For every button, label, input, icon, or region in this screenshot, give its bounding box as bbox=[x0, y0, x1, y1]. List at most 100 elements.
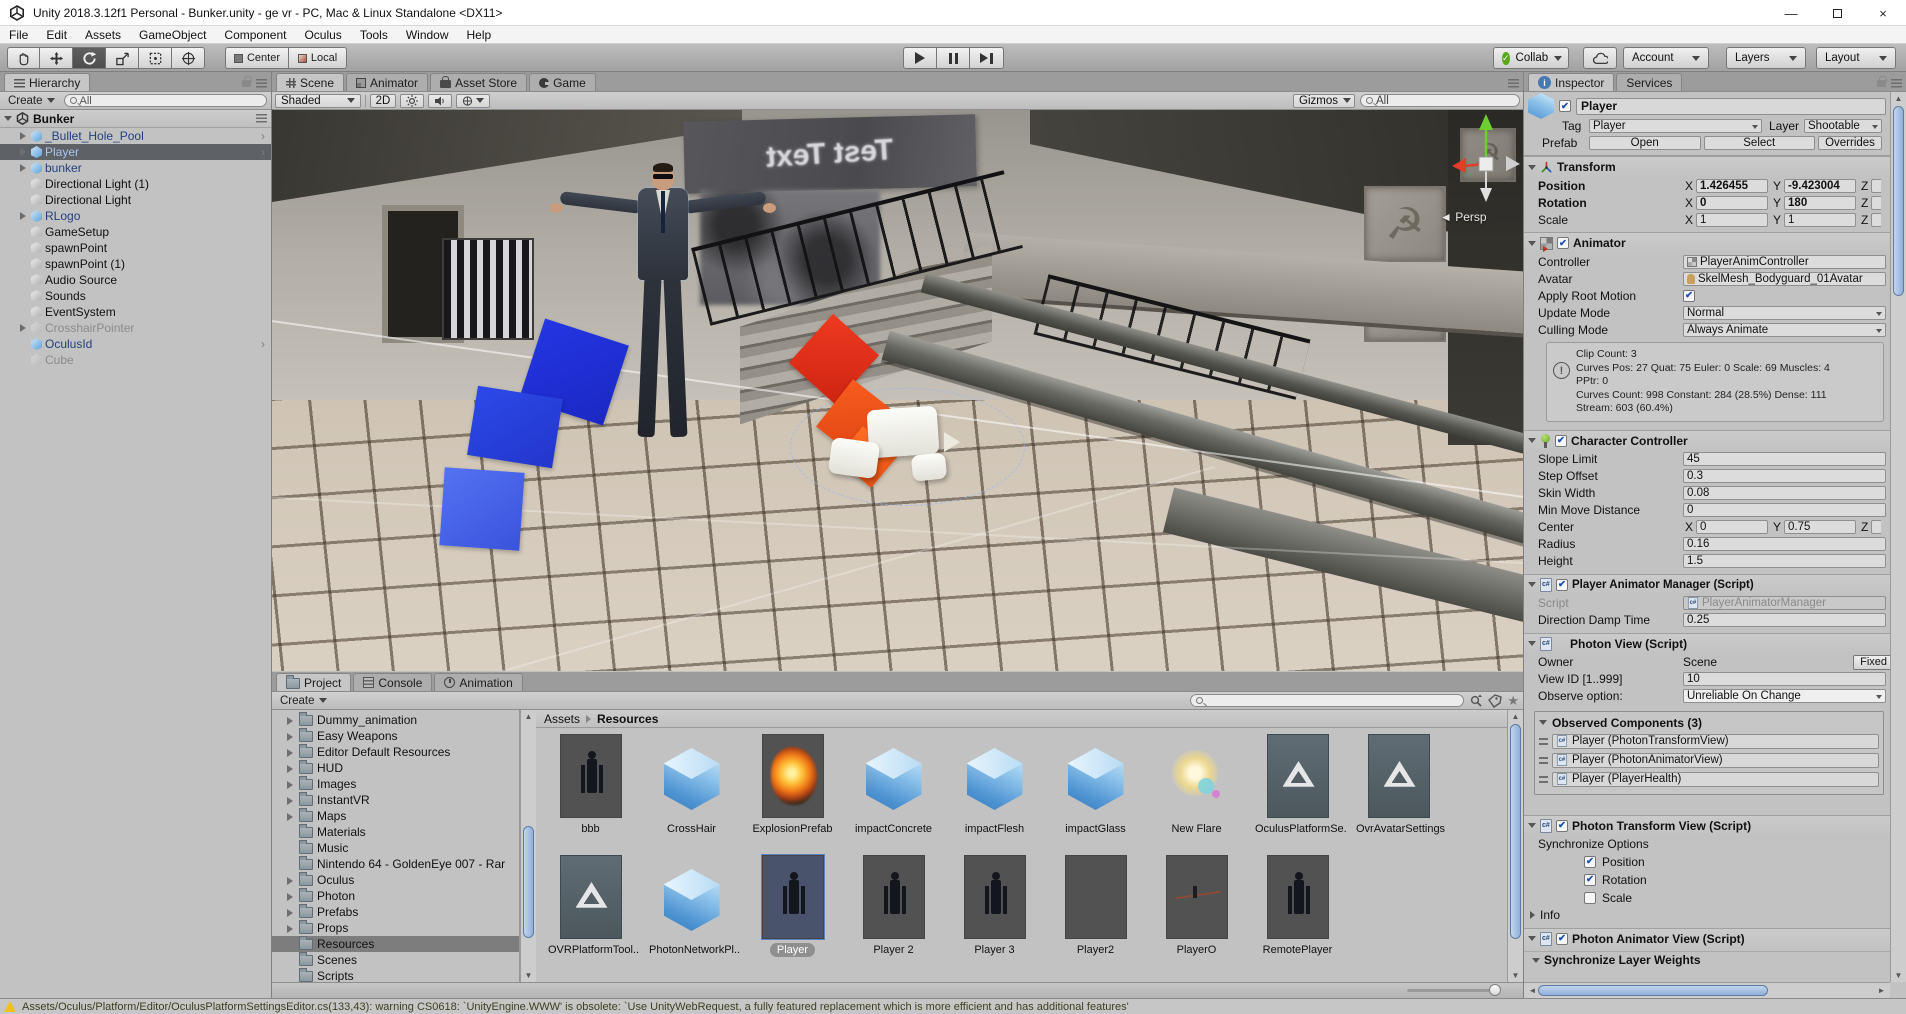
fold-icon[interactable] bbox=[1539, 720, 1547, 725]
hierarchy-item[interactable]: RLogo › bbox=[0, 208, 271, 224]
gameobject-name-field[interactable]: Player bbox=[1576, 98, 1886, 115]
folder-row[interactable]: HUD bbox=[272, 760, 519, 776]
zoom-slider-knob[interactable] bbox=[1489, 984, 1501, 996]
hierarchy-item[interactable]: Sounds › bbox=[0, 288, 271, 304]
rotation-x-field[interactable]: 0 bbox=[1696, 196, 1768, 210]
tab-hierarchy[interactable]: Hierarchy bbox=[4, 73, 90, 91]
expand-arrow-icon[interactable] bbox=[286, 748, 295, 757]
layer-dropdown[interactable]: Shootable bbox=[1804, 119, 1882, 133]
menu-item[interactable]: Tools bbox=[351, 28, 397, 42]
panel-menu-icon[interactable] bbox=[1508, 79, 1519, 88]
layers-button[interactable]: Layers bbox=[1726, 47, 1806, 69]
fold-icon[interactable] bbox=[1528, 823, 1536, 828]
hierarchy-item[interactable]: Audio Source › bbox=[0, 272, 271, 288]
fold-icon[interactable] bbox=[1532, 958, 1540, 963]
folder-row[interactable]: Music bbox=[272, 840, 519, 856]
value-field[interactable]: 45 bbox=[1683, 452, 1886, 466]
hierarchy-item[interactable]: CrosshairPointer › bbox=[0, 320, 271, 336]
active-checkbox[interactable]: ✔ bbox=[1559, 100, 1571, 112]
menu-item[interactable]: Help bbox=[458, 28, 501, 42]
asset-item[interactable]: RemotePlayer bbox=[1247, 851, 1348, 972]
position-z-field[interactable] bbox=[1871, 179, 1881, 193]
expand-arrow-icon[interactable] bbox=[286, 924, 295, 933]
asset-item[interactable]: ExplosionPrefab bbox=[742, 730, 843, 851]
asset-grid-scrollbar[interactable]: ▲ ▼ bbox=[1507, 710, 1523, 982]
folder-row[interactable]: Scripts bbox=[272, 968, 519, 982]
hierarchy-item[interactable]: _Bullet_Hole_Pool › bbox=[0, 128, 271, 144]
tab-animator[interactable]: Animator bbox=[346, 73, 428, 91]
scale-x-field[interactable]: 1 bbox=[1696, 213, 1768, 227]
rotation-y-field[interactable]: 180 bbox=[1784, 196, 1856, 210]
hierarchy-item[interactable]: Directional Light (1) › bbox=[0, 176, 271, 192]
scroll-up-icon[interactable]: ▲ bbox=[523, 712, 534, 721]
effects-dropdown[interactable] bbox=[456, 94, 490, 108]
tab-asset-store[interactable]: Asset Store bbox=[430, 73, 527, 91]
expand-arrow-icon[interactable] bbox=[286, 908, 295, 917]
expand-arrow-icon[interactable] bbox=[286, 812, 295, 821]
search-by-label-icon[interactable] bbox=[1488, 694, 1502, 708]
position-y-field[interactable]: -9.423004 bbox=[1784, 179, 1856, 193]
expand-arrow-icon[interactable] bbox=[286, 732, 295, 741]
observed-component-row[interactable]: Player (PhotonAnimatorView) bbox=[1539, 751, 1879, 770]
asset-item[interactable]: bbb bbox=[540, 730, 641, 851]
scene-header-row[interactable]: Bunker bbox=[0, 110, 271, 128]
folder-row[interactable]: Prefabs bbox=[272, 904, 519, 920]
scale-z-field[interactable] bbox=[1871, 213, 1881, 227]
favorites-star-icon[interactable]: ★ bbox=[1507, 693, 1519, 709]
rotate-tool-button[interactable] bbox=[73, 47, 106, 69]
folder-row[interactable]: Editor Default Resources bbox=[272, 744, 519, 760]
sync-option-row[interactable]: Scale bbox=[1524, 889, 1890, 907]
status-bar[interactable]: Assets/Oculus/Platform/Editor/OculusPlat… bbox=[0, 998, 1906, 1014]
asset-item[interactable]: impactConcrete bbox=[843, 730, 944, 851]
fold-icon[interactable] bbox=[1528, 438, 1536, 443]
scroll-up-icon[interactable]: ▲ bbox=[1510, 712, 1521, 721]
position-x-field[interactable]: 1.426455 bbox=[1696, 179, 1768, 193]
folder-row[interactable]: Props bbox=[272, 920, 519, 936]
asset-item[interactable]: OVRPlatformTool... bbox=[540, 851, 641, 972]
menu-item[interactable]: Component bbox=[215, 28, 295, 42]
asset-item[interactable]: PhotonNetworkPl... bbox=[641, 851, 742, 972]
center-y-field[interactable]: 0.75 bbox=[1784, 520, 1856, 534]
project-create-button[interactable]: Create bbox=[276, 695, 331, 707]
panel-menu-icon[interactable] bbox=[1891, 79, 1902, 88]
hierarchy-item[interactable]: Player › bbox=[0, 144, 271, 160]
expand-arrow-icon[interactable] bbox=[286, 780, 295, 789]
project-search-input[interactable] bbox=[1190, 694, 1464, 707]
hierarchy-item[interactable]: bunker › bbox=[0, 160, 271, 176]
lock-icon[interactable] bbox=[242, 80, 251, 87]
expand-arrow-icon[interactable] bbox=[286, 716, 295, 725]
menu-item[interactable]: Assets bbox=[76, 28, 130, 42]
menu-item[interactable]: Oculus bbox=[295, 28, 350, 42]
value-field[interactable]: 0.3 bbox=[1683, 469, 1886, 483]
observed-component-row[interactable]: Player (PlayerHealth) bbox=[1539, 770, 1879, 789]
hierarchy-search-input[interactable]: All bbox=[64, 94, 267, 107]
folder-row[interactable]: Resources bbox=[272, 936, 519, 952]
expand-arrow-icon[interactable] bbox=[18, 131, 28, 141]
rotation-z-field[interactable] bbox=[1871, 196, 1881, 210]
tab-inspector[interactable]: iInspector bbox=[1528, 73, 1614, 91]
damp-time-field[interactable]: 0.25 bbox=[1683, 613, 1886, 627]
folder-row[interactable]: Nintendo 64 - GoldenEye 007 - Rar bbox=[272, 856, 519, 872]
asset-item[interactable]: impactGlass bbox=[1045, 730, 1146, 851]
menu-item[interactable]: File bbox=[0, 28, 37, 42]
info-foldout-label[interactable]: Info bbox=[1540, 908, 1560, 922]
component-enabled-checkbox[interactable]: ✔ bbox=[1556, 579, 1568, 591]
folder-row[interactable]: InstantVR bbox=[272, 792, 519, 808]
folder-row[interactable]: Maps bbox=[272, 808, 519, 824]
asset-item[interactable]: Player2 bbox=[1045, 851, 1146, 972]
asset-item[interactable]: New Flare bbox=[1146, 730, 1247, 851]
apply-root-motion-checkbox[interactable]: ✔ bbox=[1683, 290, 1695, 302]
menu-item[interactable]: Window bbox=[397, 28, 458, 42]
avatar-field[interactable]: SkelMesh_Bodyguard_01Avatar bbox=[1683, 272, 1886, 286]
chevron-right-icon[interactable]: › bbox=[261, 337, 265, 351]
observe-option-dropdown[interactable]: Unreliable On Change bbox=[1683, 689, 1886, 703]
step-button[interactable] bbox=[970, 47, 1004, 69]
tag-dropdown[interactable]: Player bbox=[1589, 119, 1762, 133]
folder-row[interactable]: Images bbox=[272, 776, 519, 792]
center-z-field[interactable] bbox=[1871, 520, 1881, 534]
drag-handle-icon[interactable] bbox=[1539, 757, 1548, 764]
expand-arrow-icon[interactable] bbox=[18, 323, 28, 333]
sync-checkbox[interactable]: ✔ bbox=[1584, 856, 1596, 868]
tab-console[interactable]: Console bbox=[353, 673, 432, 691]
hierarchy-item[interactable]: spawnPoint (1) › bbox=[0, 256, 271, 272]
